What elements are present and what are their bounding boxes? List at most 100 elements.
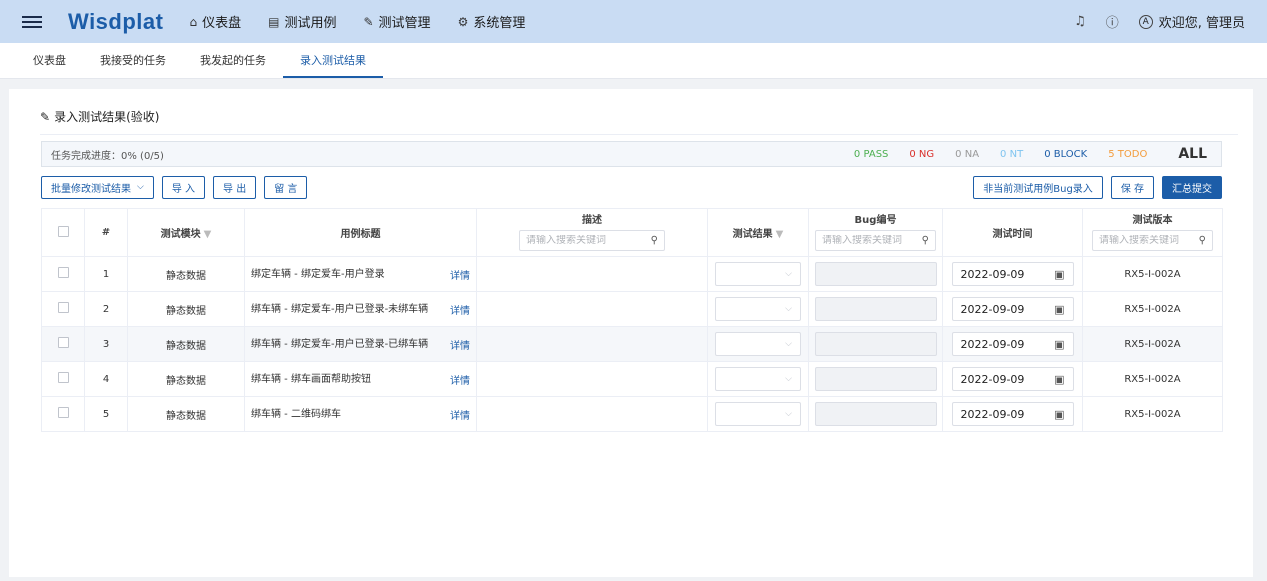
stat-nt[interactable]: 0 NT — [1000, 149, 1023, 160]
stat-all[interactable]: ALL — [1178, 146, 1207, 162]
tab-received-tasks[interactable]: 我接受的任务 — [83, 42, 183, 78]
result-select[interactable]: ⌵ — [715, 402, 801, 426]
stat-block[interactable]: 0 BLOCK — [1044, 149, 1087, 160]
bug-search: ⚲ — [815, 230, 936, 251]
filter-icon[interactable]: ▼ — [204, 229, 212, 240]
bell-icon[interactable]: ♫ — [1074, 14, 1086, 29]
filter-icon[interactable]: ▼ — [776, 229, 784, 240]
test-date-picker[interactable]: 2022-09-09 ▣ — [951, 332, 1074, 356]
user-icon[interactable]: A — [1138, 14, 1153, 29]
test-date-picker[interactable]: 2022-09-09 ▣ — [951, 297, 1074, 321]
toolbar: 批量修改测试结果 ⌵ 导 入 导 出 留 言 非当前测试用例Bug录入 保 存 汇… — [41, 175, 1222, 199]
row-version: RX5-I-002A — [1082, 291, 1223, 327]
row-checkbox[interactable] — [57, 372, 69, 383]
search-icon[interactable]: ⚲ — [1199, 235, 1206, 246]
row-title-cell: 绑车辆 - 二维码绑车 详情 — [251, 407, 470, 422]
col-time: 测试时间 — [942, 208, 1083, 257]
row-desc — [476, 326, 708, 362]
save-button[interactable]: 保 存 — [1110, 175, 1154, 199]
nav-test-cases[interactable]: ▤ 测试用例 — [268, 12, 336, 32]
detail-link[interactable]: 详情 — [450, 337, 470, 352]
test-date-picker[interactable]: 2022-09-09 ▣ — [951, 367, 1074, 391]
nav-system-management[interactable]: ⚙ 系统管理 — [458, 12, 526, 32]
row-desc — [476, 256, 708, 292]
table-header-row: # 测试模块▼ 用例标题 描述 ⚲ 测试结果▼ Bug编号 ⚲ — [41, 208, 1223, 257]
nav-dashboard[interactable]: ⌂ 仪表盘 — [189, 12, 241, 32]
import-button[interactable]: 导 入 — [161, 175, 206, 199]
nav-test-management[interactable]: ✎ 测试管理 — [363, 12, 430, 32]
page-tabs: 仪表盘 我接受的任务 我发起的任务 录入测试结果 — [0, 43, 1267, 79]
bug-id-input[interactable] — [815, 367, 937, 391]
row-title: 绑车辆 - 绑定爱车-用户已登录-未绑车辆 — [251, 303, 429, 315]
detail-link[interactable]: 详情 — [450, 267, 470, 282]
row-checkbox[interactable] — [57, 267, 69, 278]
chevron-down-icon: ⌵ — [785, 304, 792, 314]
col-title: 用例标题 — [244, 208, 477, 257]
result-stats: 0 PASS 0 NG 0 NA 0 NT 0 BLOCK 5 TODO ALL — [833, 146, 1207, 162]
row-title: 绑车辆 - 绑定爱车-用户已登录-已绑车辆 — [251, 338, 429, 350]
non-case-bug-button[interactable]: 非当前测试用例Bug录入 — [973, 175, 1103, 199]
calendar-icon: ▣ — [1054, 267, 1065, 281]
search-icon[interactable]: ⚲ — [922, 235, 929, 246]
row-module: 静态数据 — [127, 326, 245, 362]
search-icon[interactable]: ⚲ — [651, 235, 658, 246]
row-checkbox[interactable] — [57, 337, 69, 348]
results-table: # 测试模块▼ 用例标题 描述 ⚲ 测试结果▼ Bug编号 ⚲ — [41, 208, 1223, 432]
comment-button[interactable]: 留 言 — [264, 175, 308, 199]
tab-dashboard[interactable]: 仪表盘 — [0, 42, 83, 78]
result-select[interactable]: ⌵ — [715, 332, 801, 356]
col-bug: Bug编号 ⚲ — [808, 208, 943, 257]
tab-initiated-tasks[interactable]: 我发起的任务 — [183, 42, 283, 78]
divider — [40, 134, 1238, 135]
detail-link[interactable]: 详情 — [450, 302, 470, 317]
batch-edit-button[interactable]: 批量修改测试结果 ⌵ — [41, 175, 154, 199]
stat-ng[interactable]: 0 NG — [909, 149, 934, 160]
row-title: 绑定车辆 - 绑定爱车-用户登录 — [251, 268, 385, 280]
table-row: 2 静态数据 绑车辆 - 绑定爱车-用户已登录-未绑车辆 详情 ⌵ 2022-09-09 ▣… — [41, 291, 1223, 327]
welcome-text[interactable]: 欢迎您, 管理员 — [1159, 12, 1245, 31]
result-select[interactable]: ⌵ — [715, 297, 801, 321]
row-version: RX5-I-002A — [1082, 326, 1223, 362]
bug-id-input[interactable] — [815, 402, 937, 426]
row-checkbox[interactable] — [57, 302, 69, 313]
menu-icon[interactable] — [22, 13, 42, 31]
row-checkbox[interactable] — [57, 407, 69, 418]
stat-na[interactable]: 0 NA — [955, 149, 979, 160]
export-button[interactable]: 导 出 — [213, 175, 257, 199]
detail-link[interactable]: 详情 — [450, 372, 470, 387]
stat-pass[interactable]: 0 PASS — [854, 149, 888, 160]
version-search-input[interactable] — [1099, 235, 1199, 246]
row-module: 静态数据 — [127, 361, 245, 397]
detail-link[interactable]: 详情 — [450, 407, 470, 422]
bug-id-input[interactable] — [815, 297, 937, 321]
row-title-cell: 绑车辆 - 绑车画面帮助按钮 详情 — [251, 372, 470, 387]
row-desc — [476, 396, 708, 432]
submit-button[interactable]: 汇总提交 — [1162, 175, 1222, 199]
progress-text: 任务完成进度：0% (0/5) — [51, 150, 164, 162]
main-card: ✎ 录入测试结果(验收) 任务完成进度：0% (0/5) 0 PASS 0 NG… — [9, 89, 1253, 577]
row-version: RX5-I-002A — [1082, 256, 1223, 292]
chevron-down-icon: ⌵ — [785, 409, 792, 419]
test-date-picker[interactable]: 2022-09-09 ▣ — [951, 262, 1074, 286]
row-title-cell: 绑车辆 - 绑定爱车-用户已登录-已绑车辆 详情 — [251, 337, 470, 352]
bug-id-input[interactable] — [815, 262, 937, 286]
stat-todo[interactable]: 5 TODO — [1108, 149, 1147, 160]
app-logo[interactable]: Wisdplat — [68, 9, 163, 35]
row-version: RX5-I-002A — [1082, 361, 1223, 397]
row-index: 5 — [84, 396, 128, 432]
tab-enter-results[interactable]: 录入测试结果 — [283, 42, 383, 78]
help-icon[interactable]: ⓘ — [1106, 12, 1119, 31]
bug-search-input[interactable] — [822, 235, 922, 246]
test-date-picker[interactable]: 2022-09-09 ▣ — [951, 402, 1074, 426]
table-row: 1 静态数据 绑定车辆 - 绑定爱车-用户登录 详情 ⌵ 2022-09-09 ▣ RX5-I… — [41, 256, 1223, 292]
select-all-checkbox[interactable] — [57, 225, 69, 237]
desc-search-input[interactable] — [526, 235, 651, 246]
bug-id-input[interactable] — [815, 332, 937, 356]
chevron-down-icon: ⌵ — [785, 269, 792, 279]
row-module: 静态数据 — [127, 256, 245, 292]
result-select[interactable]: ⌵ — [715, 367, 801, 391]
calendar-icon: ▣ — [1054, 302, 1065, 316]
row-version: RX5-I-002A — [1082, 396, 1223, 432]
row-index: 4 — [84, 361, 128, 397]
result-select[interactable]: ⌵ — [715, 262, 801, 286]
